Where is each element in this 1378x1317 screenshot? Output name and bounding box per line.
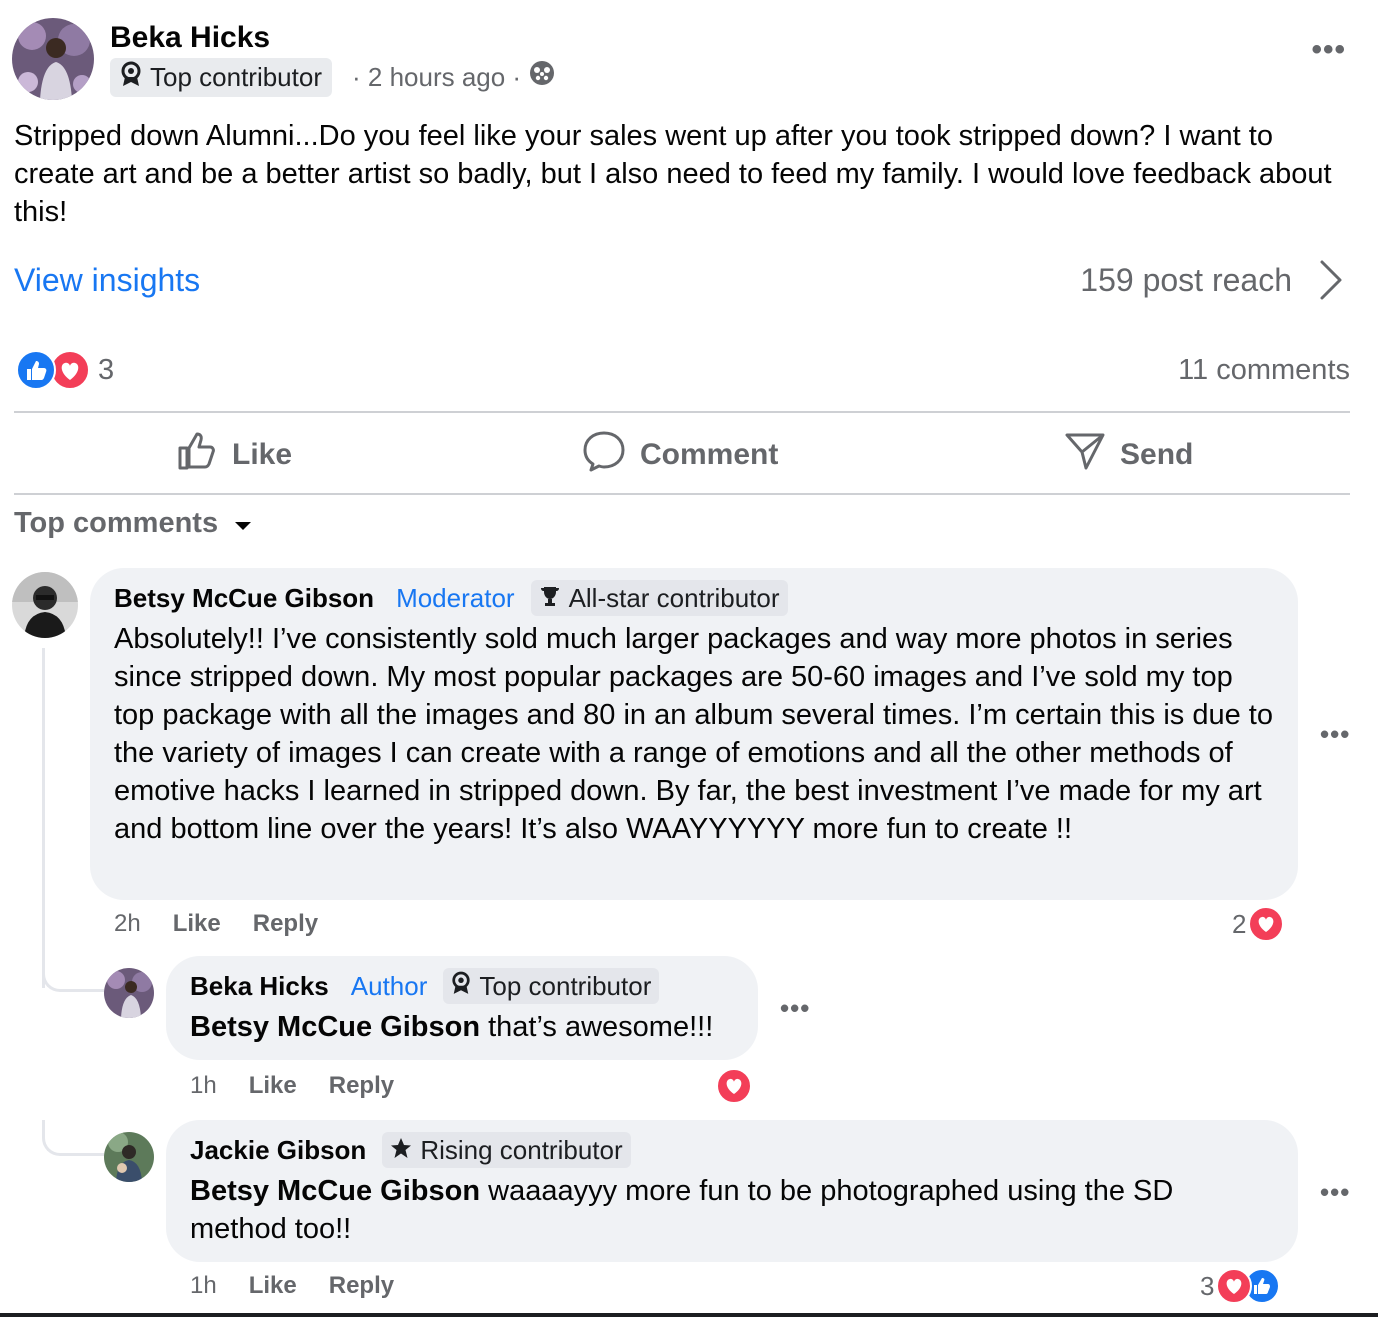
mention-link[interactable]: Betsy McCue Gibson xyxy=(190,1175,480,1207)
reply-author-avatar[interactable] xyxy=(104,1132,154,1182)
reply-reactions[interactable] xyxy=(716,1068,752,1104)
love-reaction-icon xyxy=(1216,1268,1253,1304)
comment-like-button[interactable]: Like xyxy=(173,910,221,938)
reply-actions: 1h Like Reply xyxy=(190,1272,394,1300)
like-button-label: Like xyxy=(232,438,293,471)
post-reach[interactable]: 159 post reach xyxy=(1080,260,1292,300)
love-reaction-icon xyxy=(50,350,90,390)
comment-text: Absolutely!! I’ve consistently sold much… xyxy=(114,623,1273,845)
post-author-name[interactable]: Beka Hicks xyxy=(110,20,270,56)
comment-reactions[interactable]: 2 xyxy=(1232,906,1285,942)
trophy-icon xyxy=(539,583,561,614)
post-time[interactable]: · 2 hours ago · xyxy=(352,60,521,94)
post-comments-count[interactable]: 11 comments xyxy=(1178,354,1350,387)
comment-reply-button[interactable]: Reply xyxy=(253,910,318,938)
divider xyxy=(14,411,1350,413)
comment-actions: 2h Like Reply xyxy=(114,910,318,938)
reply-time[interactable]: 1h xyxy=(190,1272,217,1300)
post-text: Stripped down Alumni...Do you feel like … xyxy=(14,120,1332,228)
view-insights-link[interactable]: View insights xyxy=(14,260,200,300)
send-button[interactable]: Send xyxy=(1064,432,1193,478)
reply-text: Betsy McCue Gibson that’s awesome!!! xyxy=(190,1008,750,1046)
comment-bubble: Betsy McCue Gibson Moderator All-star co… xyxy=(90,568,1298,900)
post-meta: · 2 hours ago · xyxy=(352,60,555,94)
bottom-border xyxy=(0,1313,1378,1317)
love-reaction-icon xyxy=(716,1068,752,1104)
commenter-badge: All-star contributor xyxy=(530,580,788,616)
comment-reaction-count: 2 xyxy=(1232,908,1247,939)
reply-bubble: Beka Hicks Author Top contributor Betsy … xyxy=(166,956,758,1060)
post-author-badge-label: Top contributor xyxy=(150,62,322,92)
commenter-name[interactable]: Betsy McCue Gibson xyxy=(114,583,374,614)
reply-author-name[interactable]: Beka Hicks xyxy=(190,971,329,1002)
star-icon xyxy=(390,1135,412,1166)
reply-reply-button[interactable]: Reply xyxy=(329,1272,394,1300)
contributor-badge-icon xyxy=(451,971,471,1002)
like-button[interactable]: Like xyxy=(176,432,292,478)
reply-author-name[interactable]: Jackie Gibson xyxy=(190,1135,366,1166)
commenter-badge-label: All-star contributor xyxy=(568,582,780,613)
reply-reactions[interactable]: 3 xyxy=(1200,1268,1281,1304)
comment-more-icon[interactable]: ••• xyxy=(1320,721,1350,747)
like-reaction-icon xyxy=(16,350,56,390)
contributor-badge-icon xyxy=(120,61,142,94)
mention-link[interactable]: Betsy McCue Gibson xyxy=(190,1011,480,1043)
thread-line xyxy=(42,648,45,988)
comment-button-label: Comment xyxy=(640,438,779,471)
caret-down-icon xyxy=(234,507,252,540)
reply-author-badge: Top contributor xyxy=(443,968,660,1004)
post-more-icon[interactable]: ••• xyxy=(1311,35,1346,65)
post-author-avatar[interactable] xyxy=(12,18,94,100)
reply-more-icon[interactable]: ••• xyxy=(780,995,810,1021)
comment-time[interactable]: 2h xyxy=(114,910,141,938)
post-reactions[interactable]: 3 xyxy=(16,350,114,390)
reply-reaction-count: 3 xyxy=(1200,1270,1215,1301)
reply-author-role: Author xyxy=(350,970,428,1001)
globe-icon xyxy=(529,60,555,94)
send-icon xyxy=(1064,431,1106,479)
reply-author-badge-label: Rising contributor xyxy=(420,1134,623,1165)
reply-author-avatar[interactable] xyxy=(104,968,154,1018)
reply-more-icon[interactable]: ••• xyxy=(1320,1179,1350,1205)
reply-reply-button[interactable]: Reply xyxy=(329,1072,394,1100)
post-author-badge: Top contributor xyxy=(110,58,332,97)
comment-sort-label: Top comments xyxy=(14,507,219,539)
chevron-right-icon[interactable] xyxy=(1318,258,1344,302)
reply-text: Betsy McCue Gibson waaaayyy more fun to … xyxy=(190,1172,1250,1248)
comment-sort-dropdown[interactable]: Top comments xyxy=(14,507,252,540)
comment-button[interactable]: Comment xyxy=(582,430,779,480)
love-reaction-icon xyxy=(1248,906,1285,942)
reply-text-body: that’s awesome!!! xyxy=(480,1011,714,1043)
reply-bubble: Jackie Gibson Rising contributor Betsy M… xyxy=(166,1120,1298,1262)
reply-author-badge: Rising contributor xyxy=(382,1132,631,1168)
reply-actions: 1h Like Reply xyxy=(190,1072,394,1100)
post-reaction-count: 3 xyxy=(98,353,115,386)
commenter-role: Moderator xyxy=(396,582,515,613)
comment-icon xyxy=(582,430,626,480)
send-button-label: Send xyxy=(1120,438,1194,471)
reply-author-badge-label: Top contributor xyxy=(479,970,652,1001)
reply-like-button[interactable]: Like xyxy=(249,1272,297,1300)
reply-time[interactable]: 1h xyxy=(190,1072,217,1100)
thread-connector xyxy=(42,960,104,992)
thread-connector xyxy=(42,1120,104,1156)
divider xyxy=(14,493,1350,495)
thumbs-up-icon xyxy=(176,430,218,480)
commenter-avatar[interactable] xyxy=(12,572,78,638)
reply-like-button[interactable]: Like xyxy=(249,1072,297,1100)
